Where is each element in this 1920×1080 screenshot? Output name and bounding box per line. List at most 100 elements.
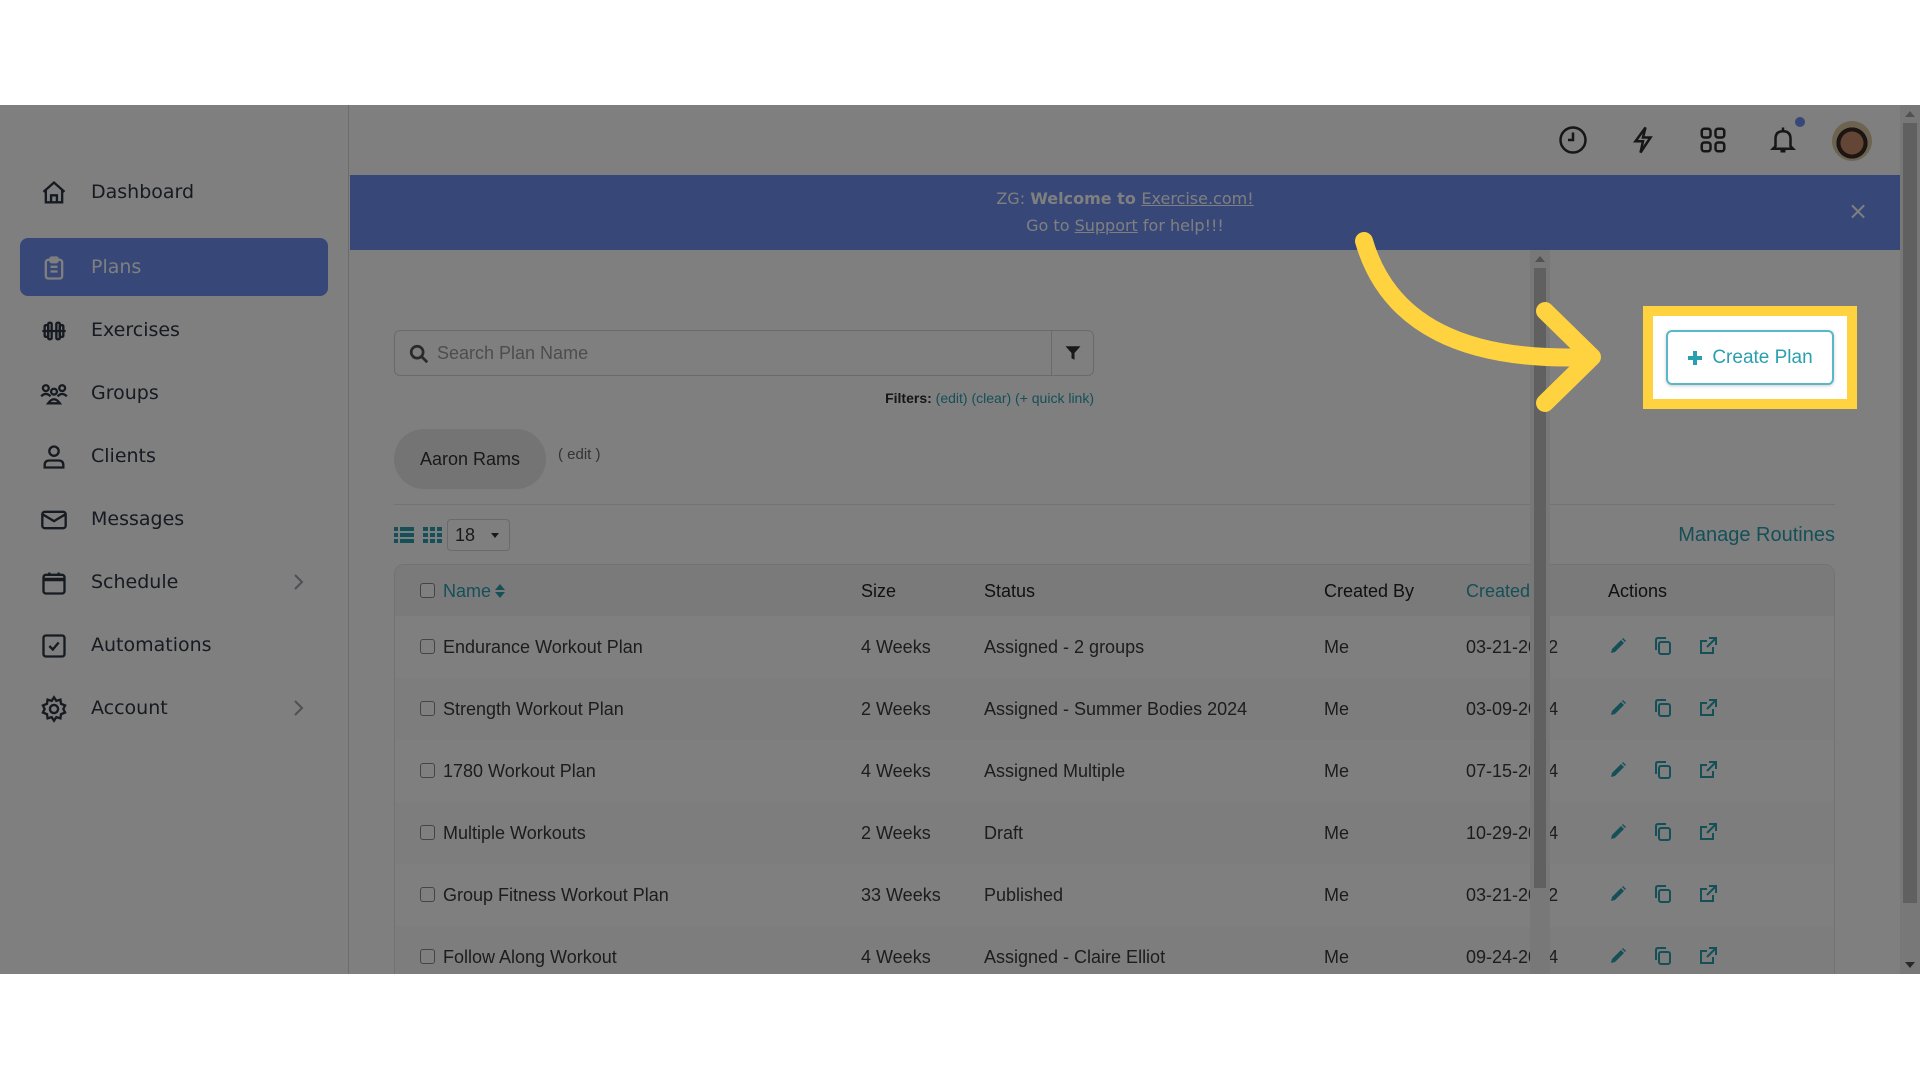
sidebar-item-label: Automations	[91, 634, 212, 656]
clipboard-icon	[40, 254, 68, 282]
plan-name[interactable]: Strength Workout Plan	[443, 699, 624, 720]
list-view-icon[interactable]	[394, 525, 414, 545]
table-row[interactable]: Multiple Workouts 2 Weeks Draft Me 10-29-202…	[395, 802, 1834, 864]
plan-name[interactable]: Endurance Workout Plan	[443, 637, 643, 658]
row-checkbox[interactable]	[420, 701, 435, 716]
manage-routines-link[interactable]: Manage Routines	[1678, 524, 1835, 547]
table-row[interactable]: Strength Workout Plan 2 Weeks Assigned - S…	[395, 678, 1834, 740]
chevron-right-icon[interactable]	[292, 571, 312, 593]
filter-chip-aaron-rams[interactable]: Aaron Rams	[394, 429, 546, 489]
table-row[interactable]: Endurance Workout Plan 4 Weeks Assigned - …	[395, 616, 1834, 678]
edit-icon[interactable]	[1608, 698, 1628, 718]
edit-icon[interactable]	[1608, 760, 1628, 780]
table-row[interactable]: Group Fitness Workout Plan 33 Weeks Publis…	[395, 864, 1834, 926]
filter-button[interactable]	[1051, 331, 1093, 375]
top-bar	[350, 105, 1900, 175]
row-checkbox[interactable]	[420, 887, 435, 902]
per-page-select[interactable]: 18	[447, 519, 510, 551]
table-row[interactable]: Follow Along Workout 4 Weeks Assigned - Cl…	[395, 926, 1834, 974]
duplicate-icon[interactable]	[1653, 698, 1673, 718]
row-checkbox[interactable]	[420, 639, 435, 654]
chevron-right-icon[interactable]	[292, 697, 312, 719]
column-status: Status	[984, 581, 1036, 601]
scroll-down-arrow[interactable]	[1905, 962, 1915, 968]
edit-icon[interactable]	[1608, 946, 1628, 966]
table-header: Name Size Status Created By Created Acti…	[395, 565, 1834, 616]
external-link-icon[interactable]	[1698, 760, 1718, 780]
plan-size: 4 Weeks	[861, 761, 931, 781]
row-checkbox[interactable]	[420, 825, 435, 840]
calendar-icon	[40, 569, 68, 597]
plan-status: Assigned - 2 groups	[984, 637, 1145, 657]
external-link-icon[interactable]	[1698, 946, 1718, 966]
external-link-icon[interactable]	[1698, 884, 1718, 904]
duplicate-icon[interactable]	[1653, 884, 1673, 904]
sidebar-item-label: Schedule	[91, 571, 179, 593]
duplicate-icon[interactable]	[1653, 822, 1673, 842]
sidebar-item-label: Account	[91, 697, 168, 719]
plan-status: Assigned Multiple	[984, 761, 1126, 781]
user-avatar[interactable]	[1832, 121, 1872, 161]
sidebar-item-label: Groups	[91, 382, 159, 404]
filters-clear-link[interactable]: (clear)	[971, 390, 1011, 406]
clock-icon[interactable]	[1558, 125, 1588, 155]
close-icon[interactable]: ×	[1846, 199, 1870, 223]
sidebar-item-exercises[interactable]: Exercises	[20, 301, 328, 359]
plus-icon	[1687, 350, 1703, 366]
app-window: Dashboard Plans Exercises Groups Clients…	[0, 105, 1920, 974]
sidebar-item-schedule[interactable]: Schedule	[20, 553, 328, 611]
sidebar-item-groups[interactable]: Groups	[20, 364, 328, 422]
search-icon	[408, 343, 430, 365]
chip-edit-link[interactable]: ( edit )	[558, 446, 601, 463]
plans-content: Filters: (edit) (clear) (+ quick link) A…	[350, 250, 1870, 974]
annotation-arrow-icon	[1355, 232, 1601, 412]
sidebar-item-messages[interactable]: Messages	[20, 490, 328, 548]
plan-name[interactable]: Group Fitness Workout Plan	[443, 885, 669, 906]
sidebar-item-clients[interactable]: Clients	[20, 427, 328, 485]
sidebar-item-account[interactable]: Account	[20, 679, 328, 737]
external-link-icon[interactable]	[1698, 698, 1718, 718]
table-row[interactable]: 1780 Workout Plan 4 Weeks Assigned Multipl…	[395, 740, 1834, 802]
duplicate-icon[interactable]	[1653, 946, 1673, 966]
plan-size: 4 Weeks	[861, 637, 931, 657]
select-all-checkbox[interactable]	[420, 583, 435, 598]
page-scrollbar[interactable]	[1900, 105, 1920, 974]
sidebar-item-plans[interactable]: Plans	[20, 238, 328, 296]
external-link-icon[interactable]	[1698, 636, 1718, 656]
edit-icon[interactable]	[1608, 822, 1628, 842]
plan-name[interactable]: Multiple Workouts	[443, 823, 586, 844]
divider	[394, 504, 1835, 505]
edit-icon[interactable]	[1608, 636, 1628, 656]
row-checkbox[interactable]	[420, 763, 435, 778]
exercise-com-link[interactable]: Exercise.com!	[1141, 189, 1253, 208]
row-checkbox[interactable]	[420, 949, 435, 964]
sidebar-item-dashboard[interactable]: Dashboard	[20, 163, 328, 221]
plan-name[interactable]: 1780 Workout Plan	[443, 761, 596, 782]
plan-name[interactable]: Follow Along Workout	[443, 947, 617, 968]
apps-grid-icon[interactable]	[1698, 125, 1728, 155]
search-input[interactable]	[437, 331, 1037, 375]
sidebar-item-automations[interactable]: Automations	[20, 616, 328, 674]
bell-icon[interactable]	[1768, 125, 1798, 155]
plan-created-by: Me	[1324, 699, 1350, 719]
duplicate-icon[interactable]	[1653, 760, 1673, 780]
create-plan-button[interactable]: Create Plan	[1666, 330, 1834, 385]
support-link[interactable]: Support	[1075, 216, 1138, 235]
duplicate-icon[interactable]	[1653, 636, 1673, 656]
lightning-icon[interactable]	[1628, 125, 1658, 155]
column-size: Size	[861, 581, 897, 601]
filters-quick-link[interactable]: (+ quick link)	[1015, 390, 1094, 406]
scroll-up-arrow[interactable]	[1905, 111, 1915, 117]
plan-created-by: Me	[1324, 761, 1350, 781]
dumbbell-icon	[40, 317, 68, 345]
sidebar-item-label: Plans	[91, 256, 142, 278]
gear-icon	[40, 695, 68, 723]
column-name[interactable]: Name	[443, 581, 506, 602]
filters-edit-link[interactable]: (edit)	[936, 390, 968, 406]
grid-view-icon[interactable]	[423, 525, 443, 545]
plan-status: Assigned - Claire Elliot	[984, 947, 1166, 967]
scrollbar-thumb[interactable]	[1903, 123, 1917, 903]
external-link-icon[interactable]	[1698, 822, 1718, 842]
edit-icon[interactable]	[1608, 884, 1628, 904]
filters-line: Filters: (edit) (clear) (+ quick link)	[885, 390, 1094, 406]
